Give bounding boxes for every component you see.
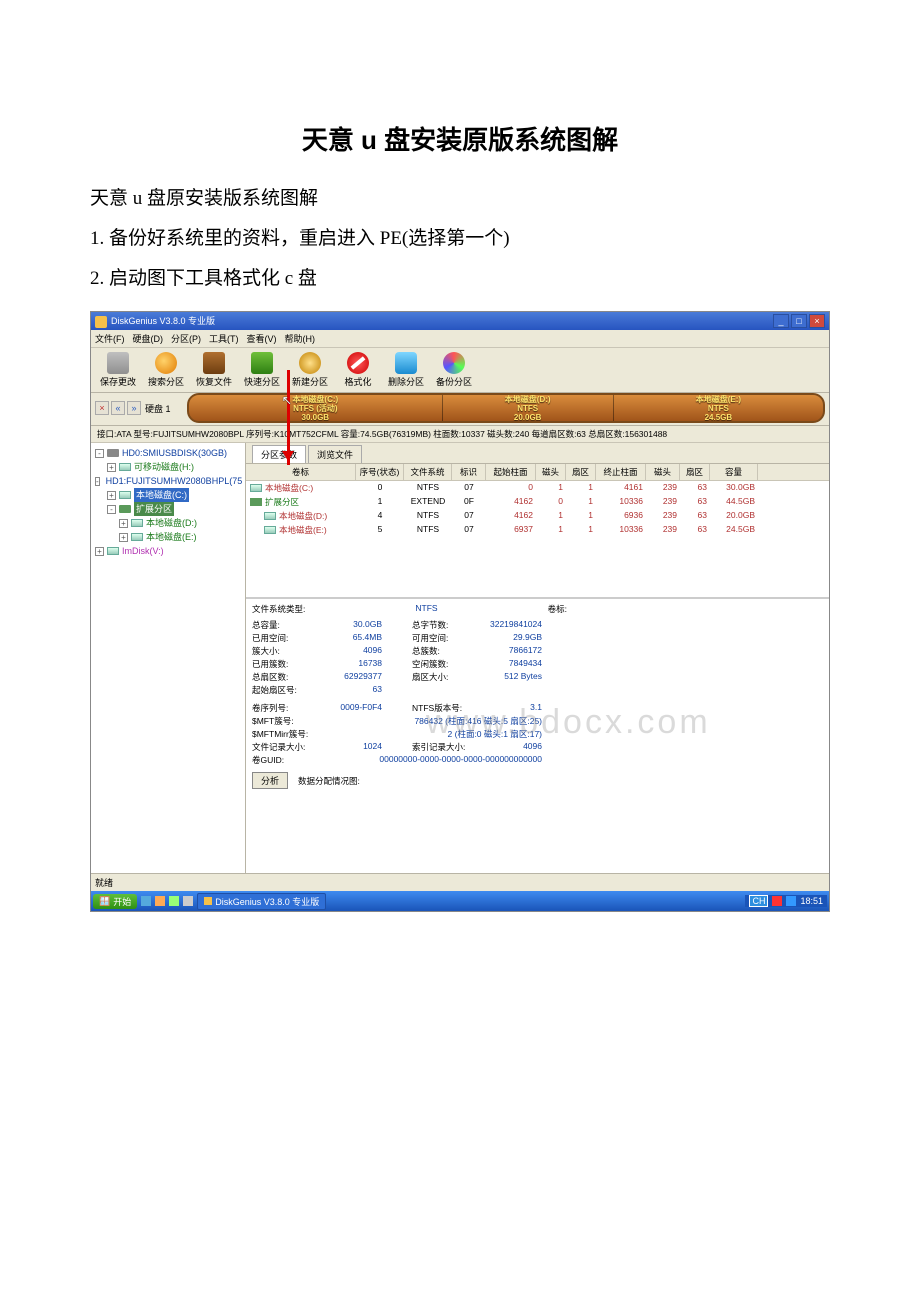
quick-partition-icon (251, 352, 273, 374)
tool-new-partition[interactable]: 新建分区 (289, 352, 331, 388)
tool-delete-partition[interactable]: 删除分区 (385, 352, 427, 388)
taskbar-app[interactable]: DiskGenius V3.8.0 专业版 (197, 893, 326, 910)
partition-row[interactable]: 本地磁盘(E:)5NTFS07693711103362396324.5GB (246, 523, 829, 537)
tree-drive-c[interactable]: 本地磁盘(C:) (134, 488, 189, 502)
doc-step-1: 1. 备份好系统里的资料，重启进入 PE(选择第一个) (90, 221, 830, 257)
menu-tools[interactable]: 工具(T) (209, 332, 239, 345)
doc-title: 天意 u 盘安装原版系统图解 (90, 120, 830, 157)
new-partition-icon (299, 352, 321, 374)
tool-quick-partition[interactable]: 快速分区 (241, 352, 283, 388)
tree-imdisk[interactable]: ImDisk(V:) (122, 544, 164, 558)
tab-browse-files[interactable]: 浏览文件 (308, 445, 362, 463)
tray-icon[interactable] (786, 896, 796, 906)
system-tray[interactable]: CH 18:51 (745, 895, 827, 907)
menu-view[interactable]: 查看(V) (247, 332, 277, 345)
analyze-button[interactable]: 分析 (252, 772, 288, 789)
screenshot-diskgenius: DiskGenius V3.8.0 专业版 _ □ × 文件(F) 硬盘(D) … (90, 311, 830, 912)
doc-subtitle: 天意 u 盘原安装版系统图解 (90, 181, 830, 217)
menu-help[interactable]: 帮助(H) (285, 332, 316, 345)
start-button[interactable]: 🪟开始 (93, 894, 137, 909)
quicklaunch-icon[interactable] (183, 896, 193, 906)
disk-segment-c[interactable]: 本地磁盘(C:)NTFS (活动)30.0GB (189, 395, 443, 421)
grid-header: 卷标序号(状态)文件系统标识起始柱面磁头扇区终止柱面磁头扇区容量 (246, 464, 829, 481)
quicklaunch-icon[interactable] (155, 896, 165, 906)
disk-segment-e[interactable]: 本地磁盘(E:)NTFS24.5GB (614, 395, 823, 421)
backup-icon (443, 352, 465, 374)
partition-row[interactable]: 本地磁盘(C:)0NTFS0701141612396330.0GB (246, 481, 829, 495)
disk-tree[interactable]: -HD0:SMIUSBDISK(30GB) +可移动磁盘(H:) -HD1:FU… (91, 443, 246, 873)
maximize-button[interactable]: □ (791, 314, 807, 328)
tree-drive-d[interactable]: 本地磁盘(D:) (146, 516, 197, 530)
menu-bar: 文件(F) 硬盘(D) 分区(P) 工具(T) 查看(V) 帮助(H) (91, 330, 829, 348)
search-icon (155, 352, 177, 374)
close-button[interactable]: × (809, 314, 825, 328)
menu-disk[interactable]: 硬盘(D) (133, 332, 164, 345)
format-icon (347, 352, 369, 374)
tree-removable[interactable]: 可移动磁盘(H:) (134, 460, 194, 474)
app-icon (95, 316, 107, 328)
partition-row[interactable]: 本地磁盘(D:)4NTFS0741621169362396320.0GB (246, 509, 829, 523)
tool-format[interactable]: 格式化 (337, 352, 379, 388)
status-bar: 就绪 (91, 873, 829, 891)
tab-partition-params[interactable]: 分区参数 (252, 445, 306, 463)
menu-file[interactable]: 文件(F) (95, 332, 125, 345)
tray-icon[interactable] (772, 896, 782, 906)
minimize-button[interactable]: _ (773, 314, 789, 328)
disk-label: 硬盘 1 (145, 393, 183, 423)
tree-drive-e[interactable]: 本地磁盘(E:) (146, 530, 197, 544)
quicklaunch-icon[interactable] (141, 896, 151, 906)
menu-partition[interactable]: 分区(P) (171, 332, 201, 345)
window-titlebar: DiskGenius V3.8.0 专业版 _ □ × (91, 312, 829, 330)
toolbar: 保存更改 搜索分区 恢复文件 快速分区 新建分区 格式化 删除分区 备份分区 (91, 348, 829, 393)
partition-row[interactable]: 扩展分区1EXTEND0F416201103362396344.5GB (246, 495, 829, 509)
tray-lang[interactable]: CH (749, 895, 768, 907)
tree-hd1[interactable]: HD1:FUJITSUMHW2080BHPL(75 (106, 474, 243, 488)
taskbar: 🪟开始 DiskGenius V3.8.0 专业版 CH 18:51 (91, 891, 829, 911)
nav-next[interactable]: » (127, 401, 141, 415)
tree-hd0[interactable]: HD0:SMIUSBDISK(30GB) (122, 446, 227, 460)
tool-backup-partition[interactable]: 备份分区 (433, 352, 475, 388)
nav-prev[interactable]: « (111, 401, 125, 415)
right-tabs: 分区参数 浏览文件 (246, 443, 829, 464)
doc-step-2: 2. 启动图下工具格式化 c 盘 (90, 261, 830, 297)
tool-search-partition[interactable]: 搜索分区 (145, 352, 187, 388)
quicklaunch-icon[interactable] (169, 896, 179, 906)
disk-segment-d[interactable]: 本地磁盘(D:)NTFS20.0GB (443, 395, 614, 421)
disk-info-line: 接口:ATA 型号:FUJITSUMHW2080BPL 序列号:K10MT752… (91, 426, 829, 443)
annotation-arrow (287, 370, 290, 465)
save-icon (107, 352, 129, 374)
delete-icon (395, 352, 417, 374)
window-title: DiskGenius V3.8.0 专业版 (111, 316, 215, 326)
nav-close[interactable]: × (95, 401, 109, 415)
mouse-cursor-icon: ↖ (282, 393, 293, 408)
partition-grid: 卷标序号(状态)文件系统标识起始柱面磁头扇区终止柱面磁头扇区容量 本地磁盘(C:… (246, 464, 829, 598)
recover-icon (203, 352, 225, 374)
filesystem-details: 文件系统类型:NTFS卷标: 总容量:30.0GB总字节数:3221984102… (246, 598, 829, 793)
tray-clock: 18:51 (800, 896, 823, 906)
tool-save[interactable]: 保存更改 (97, 352, 139, 388)
disk-map-row: × « » 硬盘 1 本地磁盘(C:)NTFS (活动)30.0GB 本地磁盘(… (91, 393, 829, 426)
tool-recover-files[interactable]: 恢复文件 (193, 352, 235, 388)
tree-extended[interactable]: 扩展分区 (134, 502, 174, 516)
